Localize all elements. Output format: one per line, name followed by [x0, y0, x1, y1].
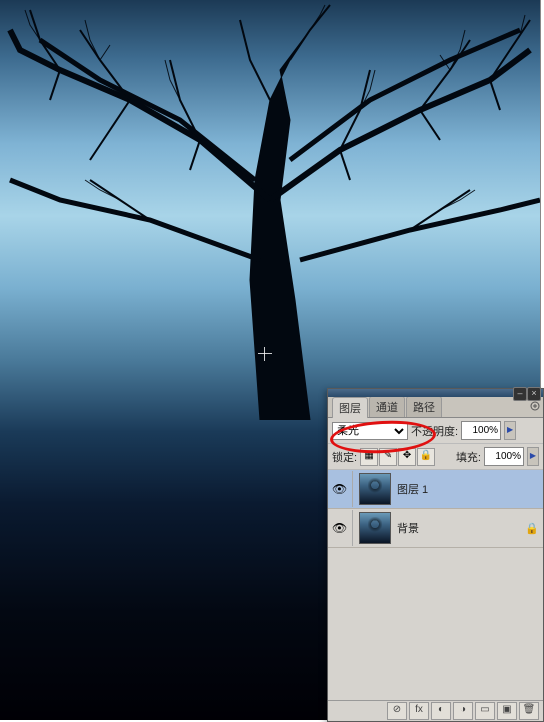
- close-button[interactable]: ×: [527, 387, 541, 401]
- opacity-input[interactable]: [461, 421, 501, 440]
- panel-footer: ⊘ fx ◐ ◑ ▭ ▣ 🗑: [328, 700, 543, 721]
- visibility-eye-icon[interactable]: 👁: [332, 482, 346, 496]
- layer-name[interactable]: 图层 1: [397, 481, 519, 497]
- lock-indicator-icon: 🔒: [525, 522, 539, 535]
- visibility-eye-icon[interactable]: 👁: [332, 521, 346, 535]
- fill-flyout-icon[interactable]: ▶: [527, 447, 539, 466]
- group-icon[interactable]: ▭: [475, 702, 495, 720]
- panel-menu-icon[interactable]: [530, 401, 540, 411]
- link-layers-icon[interactable]: ⊘: [387, 702, 407, 720]
- lock-pixels-icon[interactable]: ✎: [379, 448, 397, 466]
- opacity-label: 不透明度:: [411, 423, 458, 439]
- panel-tabs: 图层 通道 路径: [328, 397, 543, 418]
- lock-fill-row: 锁定: ▦ ✎ ✥ 🔒 填充: ▶: [328, 444, 543, 470]
- delete-layer-icon[interactable]: 🗑: [519, 702, 539, 720]
- blend-mode-select[interactable]: 柔光: [332, 422, 408, 440]
- layer-mask-icon[interactable]: ◐: [431, 702, 451, 720]
- lock-icons: ▦ ✎ ✥ 🔒: [360, 448, 435, 466]
- lock-transparent-icon[interactable]: ▦: [360, 448, 378, 466]
- layer-row[interactable]: 👁 背景 🔒: [328, 509, 543, 548]
- panel-titlebar[interactable]: – ×: [328, 389, 543, 397]
- layer-row[interactable]: 👁 图层 1: [328, 470, 543, 509]
- layer-thumbnail[interactable]: [359, 473, 391, 505]
- layers-panel: – × 图层 通道 路径 柔光 不透明度: ▶ 锁定: ▦ ✎ ✥ 🔒 填充: …: [327, 388, 544, 722]
- new-layer-icon[interactable]: ▣: [497, 702, 517, 720]
- divider: [352, 510, 353, 546]
- divider: [352, 471, 353, 507]
- blend-opacity-row: 柔光 不透明度: ▶: [328, 418, 543, 444]
- minimize-button[interactable]: –: [513, 387, 527, 401]
- adjustment-layer-icon[interactable]: ◑: [453, 702, 473, 720]
- layer-thumbnail[interactable]: [359, 512, 391, 544]
- fill-label: 填充:: [456, 449, 481, 465]
- tree-silhouette: [0, 0, 540, 420]
- layer-list: 👁 图层 1 👁 背景 🔒: [328, 470, 543, 690]
- lock-all-icon[interactable]: 🔒: [417, 448, 435, 466]
- tab-layers[interactable]: 图层: [332, 397, 368, 418]
- crosshair-cursor: [258, 347, 272, 361]
- tab-channels[interactable]: 通道: [369, 396, 405, 417]
- tab-paths[interactable]: 路径: [406, 396, 442, 417]
- layer-name[interactable]: 背景: [397, 520, 519, 536]
- lock-label: 锁定:: [332, 449, 357, 465]
- lock-position-icon[interactable]: ✥: [398, 448, 416, 466]
- fill-input[interactable]: [484, 447, 524, 466]
- opacity-flyout-icon[interactable]: ▶: [504, 421, 516, 440]
- layer-fx-icon[interactable]: fx: [409, 702, 429, 720]
